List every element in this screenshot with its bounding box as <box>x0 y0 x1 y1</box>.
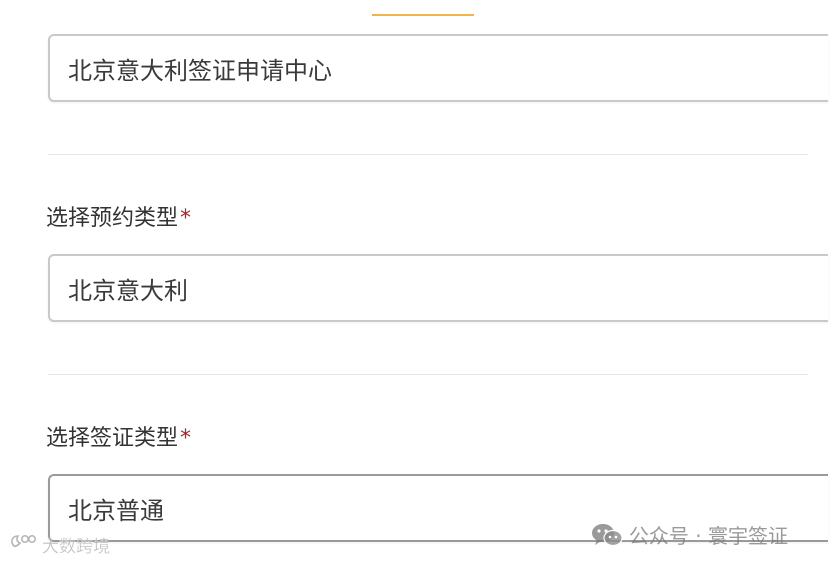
appointment-type-value: 北京意大利 <box>68 276 188 305</box>
section-divider <box>48 154 808 155</box>
appointment-type-label: 选择预约类型* <box>46 200 191 232</box>
source-watermark: 大数跨境 <box>8 532 110 557</box>
visa-type-value: 北京普通 <box>68 496 164 525</box>
visa-type-label: 选择签证类型* <box>46 420 191 452</box>
visa-appointment-form-page: 北京意大利签证申请中心 选择预约类型* 北京意大利 选择签证类型* 北京普通 大… <box>0 0 832 561</box>
wechat-account-text: 公众号 · 寰宇签证 <box>628 524 788 548</box>
visa-center-value: 北京意大利签证申请中心 <box>68 56 332 85</box>
wechat-account-watermark: 公众号 · 寰宇签证 <box>591 520 788 549</box>
source-watermark-text: 大数跨境 <box>42 537 111 558</box>
required-star: * <box>180 426 192 451</box>
active-tab-indicator <box>372 14 474 16</box>
visa-center-select[interactable]: 北京意大利签证申请中心 <box>48 34 828 102</box>
required-star: * <box>180 206 192 231</box>
section-divider <box>48 374 808 375</box>
wechat-icon <box>591 522 623 548</box>
appointment-type-label-text: 选择预约类型 <box>46 206 179 231</box>
appointment-type-select[interactable]: 北京意大利 <box>48 254 828 322</box>
visa-type-label-text: 选择签证类型 <box>46 426 179 451</box>
weibo-like-logo-icon <box>8 532 38 557</box>
